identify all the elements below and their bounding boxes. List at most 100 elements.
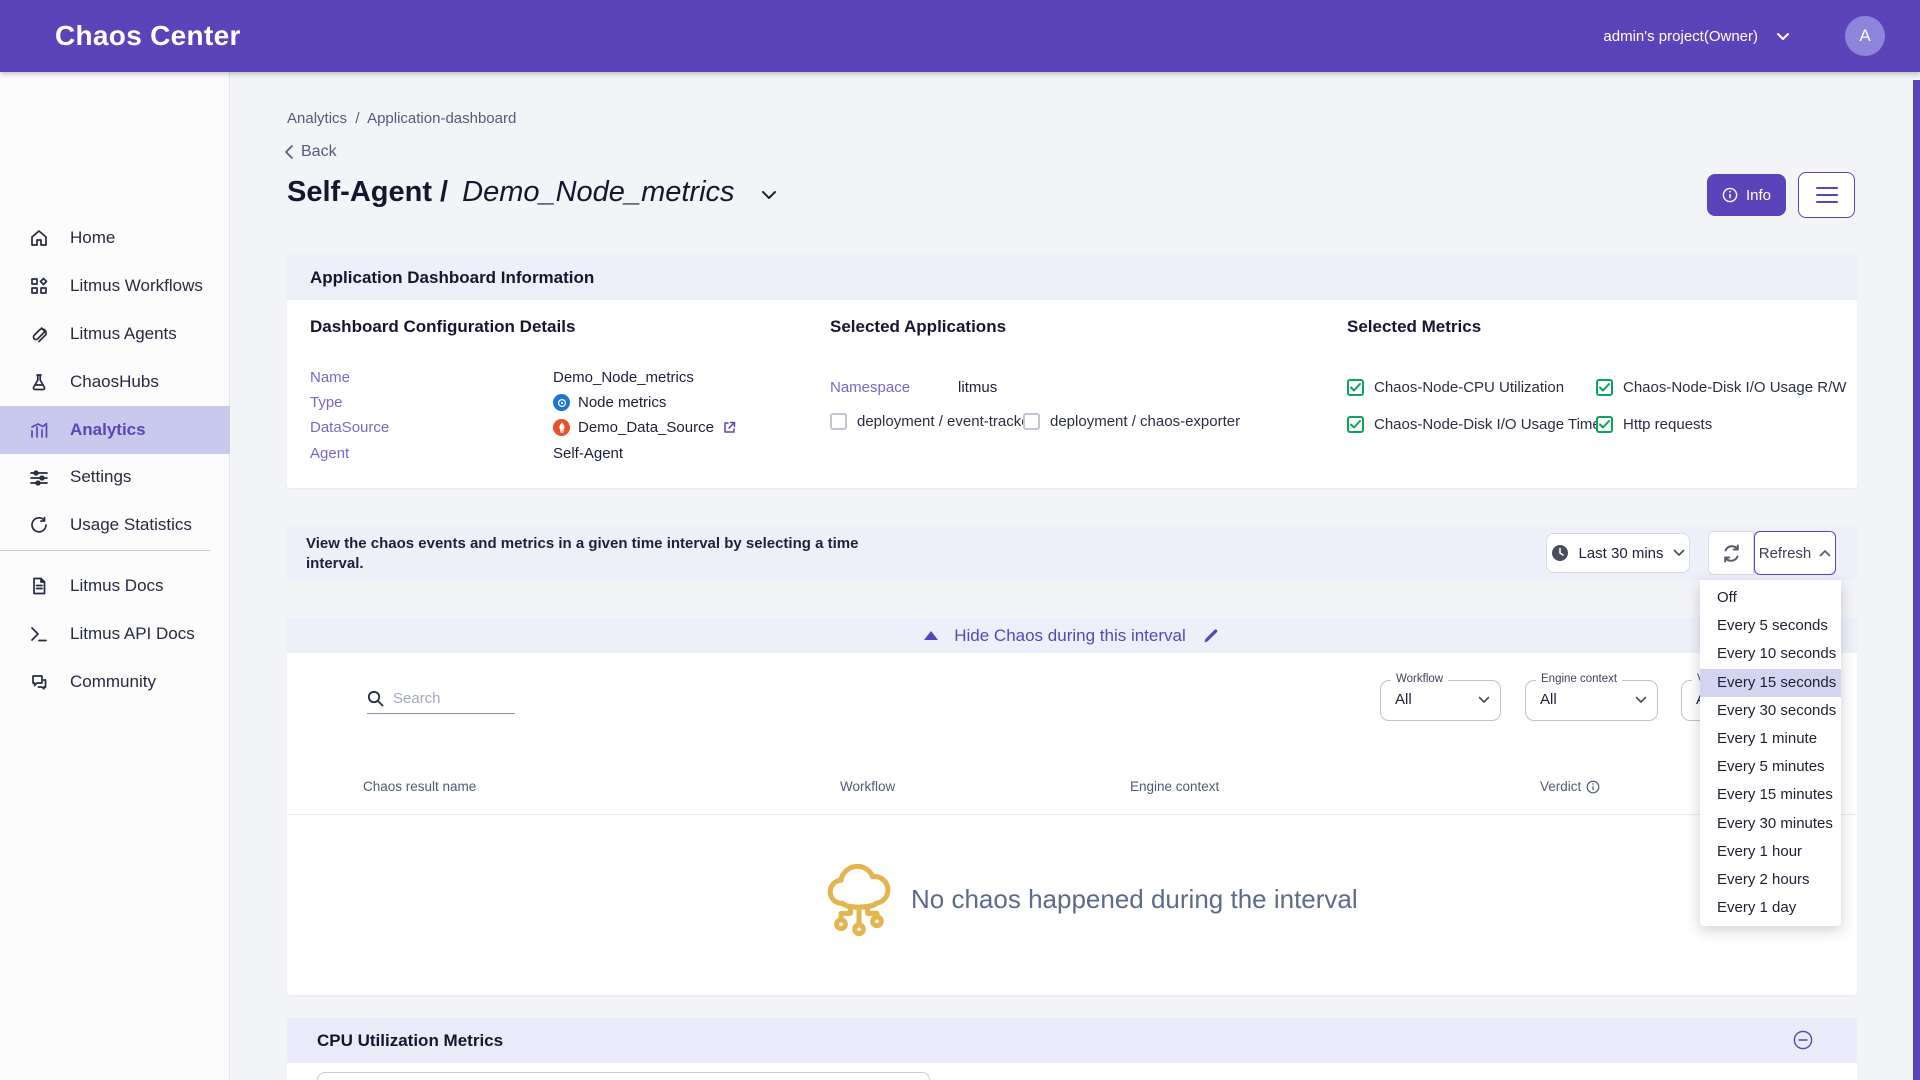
- menu-item-every-1-day[interactable]: Every 1 day: [1700, 894, 1841, 922]
- sidebar: Home Litmus Workflows Litmus Agents Chao…: [0, 72, 230, 1080]
- metric-checkbox-http-requests[interactable]: Http requests: [1596, 416, 1712, 433]
- selected-metrics-heading: Selected Metrics: [1347, 317, 1481, 337]
- application-checkbox-event-tracker[interactable]: deployment / event-tracker: [830, 413, 1035, 430]
- sidebar-item-litmus-agents[interactable]: Litmus Agents: [0, 310, 230, 358]
- info-icon[interactable]: [1586, 780, 1600, 794]
- cpu-section-title: CPU Utilization Metrics: [317, 1031, 503, 1051]
- sidebar-item-litmus-docs[interactable]: Litmus Docs: [0, 562, 230, 610]
- refresh-interval-dropdown-button[interactable]: Refresh: [1754, 531, 1836, 575]
- sidebar-item-analytics[interactable]: Analytics: [0, 406, 230, 454]
- collapse-minus-icon[interactable]: [1793, 1030, 1813, 1055]
- filter-value: All: [1540, 691, 1557, 708]
- column-header-workflow: Workflow: [840, 779, 895, 794]
- cpu-utilization-section-header: CPU Utilization Metrics: [287, 1018, 1857, 1063]
- edit-pencil-icon[interactable]: [1202, 627, 1220, 645]
- refresh-now-button[interactable]: [1708, 531, 1754, 575]
- sidebar-item-usage-statistics[interactable]: Usage Statistics: [0, 501, 230, 549]
- menu-item-every-15-minutes[interactable]: Every 15 minutes: [1700, 781, 1841, 809]
- sidebar-item-label: Litmus API Docs: [70, 624, 195, 644]
- empty-state: No chaos happened during the interval: [823, 858, 1358, 940]
- hide-chaos-label[interactable]: Hide Chaos during this interval: [954, 626, 1186, 646]
- sidebar-item-home[interactable]: Home: [0, 214, 230, 262]
- checkbox-label: deployment / event-tracker: [857, 413, 1035, 430]
- workflow-filter-select[interactable]: Workflow All: [1380, 680, 1501, 721]
- breadcrumb-application-dashboard[interactable]: Application-dashboard: [367, 110, 516, 127]
- chaos-center-app: Chaos Center admin's project(Owner) A Ho…: [0, 0, 1920, 1080]
- vertical-scrollbar[interactable]: [1913, 80, 1920, 1080]
- info-icon: [1722, 187, 1738, 203]
- workflows-icon: [28, 275, 50, 297]
- config-agent-value: Self-Agent: [553, 445, 623, 462]
- project-name-label: admin's project(Owner): [1603, 28, 1758, 45]
- cpu-section-body: [287, 1063, 1857, 1080]
- project-selector[interactable]: admin's project(Owner): [1603, 0, 1790, 72]
- sidebar-item-community[interactable]: Community: [0, 658, 230, 706]
- avatar[interactable]: A: [1845, 16, 1885, 56]
- interval-description: View the chaos events and metrics in a g…: [306, 534, 866, 574]
- menu-item-every-5-seconds[interactable]: Every 5 seconds: [1700, 612, 1841, 640]
- menu-item-every-1-minute[interactable]: Every 1 minute: [1700, 725, 1841, 753]
- menu-item-every-2-hours[interactable]: Every 2 hours: [1700, 866, 1841, 894]
- menu-item-every-1-hour[interactable]: Every 1 hour: [1700, 838, 1841, 866]
- community-icon: [28, 671, 50, 693]
- menu-item-every-30-seconds[interactable]: Every 30 seconds: [1700, 697, 1841, 725]
- dashboard-options-menu-button[interactable]: [1798, 172, 1855, 218]
- chaos-events-panel: Hide Chaos during this interval Workflow…: [287, 618, 1857, 995]
- sidebar-item-litmus-workflows[interactable]: Litmus Workflows: [0, 262, 230, 310]
- checkbox-unchecked-icon[interactable]: [830, 413, 847, 430]
- sidebar-item-litmus-api-docs[interactable]: Litmus API Docs: [0, 610, 230, 658]
- search-input[interactable]: [393, 690, 503, 707]
- sidebar-item-label: Analytics: [70, 420, 146, 440]
- sidebar-item-label: Usage Statistics: [70, 515, 192, 535]
- chevron-down-icon: [761, 190, 777, 200]
- engine-context-filter-select[interactable]: Engine context All: [1525, 680, 1658, 721]
- checkbox-checked-icon[interactable]: [1347, 379, 1364, 396]
- sidebar-item-label: Litmus Agents: [70, 324, 177, 344]
- collapse-triangle-icon[interactable]: [924, 631, 938, 640]
- docs-icon: [28, 575, 50, 597]
- namespace-row: Namespace litmus: [830, 379, 997, 396]
- breadcrumb-analytics[interactable]: Analytics: [287, 110, 347, 127]
- search-icon: [367, 690, 384, 707]
- back-button[interactable]: Back: [285, 143, 337, 161]
- selected-applications-heading: Selected Applications: [830, 317, 1006, 337]
- checkbox-checked-icon[interactable]: [1596, 379, 1613, 396]
- menu-item-every-30-minutes[interactable]: Every 30 minutes: [1700, 810, 1841, 838]
- info-button[interactable]: Info: [1707, 174, 1786, 216]
- menu-item-off[interactable]: Off: [1700, 584, 1841, 612]
- checkbox-label: Chaos-Node-Disk I/O Usage R/W: [1623, 379, 1846, 396]
- metric-checkbox-disk-io-times[interactable]: Chaos-Node-Disk I/O Usage Times: [1347, 416, 1608, 433]
- refresh-interval-menu: Off Every 5 seconds Every 10 seconds Eve…: [1700, 580, 1841, 926]
- checkbox-checked-icon[interactable]: [1347, 416, 1364, 433]
- external-link-icon[interactable]: [722, 420, 737, 435]
- info-button-label: Info: [1746, 187, 1771, 204]
- menu-item-every-5-minutes[interactable]: Every 5 minutes: [1700, 753, 1841, 781]
- menu-item-every-10-seconds[interactable]: Every 10 seconds: [1700, 640, 1841, 668]
- checkbox-checked-icon[interactable]: [1596, 416, 1613, 433]
- metric-checkbox-cpu-utilization[interactable]: Chaos-Node-CPU Utilization: [1347, 379, 1564, 396]
- chevron-up-icon: [1819, 549, 1831, 557]
- sidebar-divider: [0, 550, 210, 551]
- config-type-label: Type: [310, 394, 343, 411]
- application-checkbox-chaos-exporter[interactable]: deployment / chaos-exporter: [1023, 413, 1240, 430]
- application-dashboard-information-panel: Application Dashboard Information Dashbo…: [287, 255, 1857, 488]
- config-datasource-value: Demo_Data_Source: [553, 419, 737, 436]
- time-range-select[interactable]: Last 30 mins: [1546, 533, 1690, 573]
- analytics-icon: [28, 419, 50, 441]
- cloud-network-icon: [823, 858, 895, 940]
- breadcrumb-separator: /: [355, 110, 359, 127]
- metric-checkbox-disk-io-rw[interactable]: Chaos-Node-Disk I/O Usage R/W: [1596, 379, 1846, 396]
- agents-icon: [28, 323, 50, 345]
- namespace-label: Namespace: [830, 379, 910, 396]
- sidebar-item-chaoshubs[interactable]: ChaosHubs: [0, 358, 230, 406]
- sidebar-item-settings[interactable]: Settings: [0, 453, 230, 501]
- checkbox-unchecked-icon[interactable]: [1023, 413, 1040, 430]
- namespace-value: litmus: [958, 379, 997, 396]
- title-dropdown-caret[interactable]: [761, 187, 777, 205]
- menu-item-every-15-seconds[interactable]: Every 15 seconds: [1700, 669, 1841, 697]
- node-metrics-icon: [553, 394, 570, 411]
- sidebar-item-label: Settings: [70, 467, 131, 487]
- chaoshubs-icon: [28, 371, 50, 393]
- sidebar-item-label: Community: [70, 672, 156, 692]
- prometheus-icon: [553, 419, 570, 436]
